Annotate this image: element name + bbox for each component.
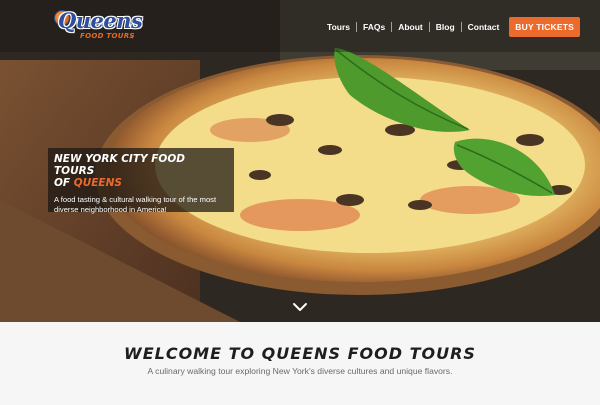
hero-heading-of: OF xyxy=(54,177,71,189)
chevron-down-icon[interactable] xyxy=(292,302,308,312)
hero-heading: NEW YORK CITY FOOD TOURS OF QUEENS xyxy=(54,153,228,189)
welcome-subtitle: A culinary walking tour exploring New Yo… xyxy=(147,366,453,376)
nav-item-faqs[interactable]: FAQs xyxy=(357,22,393,32)
hero-text-box: NEW YORK CITY FOOD TOURS OF QUEENS A foo… xyxy=(48,148,234,214)
nav-item-tours[interactable]: Tours xyxy=(321,22,357,32)
site-logo[interactable]: Queens FOOD TOURS ⑂ xyxy=(50,6,143,48)
fork-icon: ⑂ xyxy=(130,32,135,41)
hero-section: Queens FOOD TOURS ⑂ Tours FAQs About Blo… xyxy=(0,0,600,322)
logo-title: Queens xyxy=(58,8,143,33)
nav-item-about[interactable]: About xyxy=(392,22,430,32)
nav-item-contact[interactable]: Contact xyxy=(462,22,506,32)
hero-heading-accent: QUEENS xyxy=(73,177,122,189)
main-menu: Tours FAQs About Blog Contact BUY TICKET… xyxy=(321,17,580,37)
logo-tagline: FOOD TOURS xyxy=(80,32,135,40)
welcome-section: WELCOME TO QUEENS FOOD TOURS A culinary … xyxy=(0,322,600,405)
buy-tickets-button[interactable]: BUY TICKETS xyxy=(509,17,580,37)
hero-heading-line1: NEW YORK CITY FOOD TOURS xyxy=(54,153,186,177)
nav-item-blog[interactable]: Blog xyxy=(430,22,462,32)
top-navigation: Queens FOOD TOURS ⑂ Tours FAQs About Blo… xyxy=(0,0,600,52)
hero-description: A food tasting & cultural walking tour o… xyxy=(54,195,217,214)
welcome-title: WELCOME TO QUEENS FOOD TOURS xyxy=(124,344,476,363)
